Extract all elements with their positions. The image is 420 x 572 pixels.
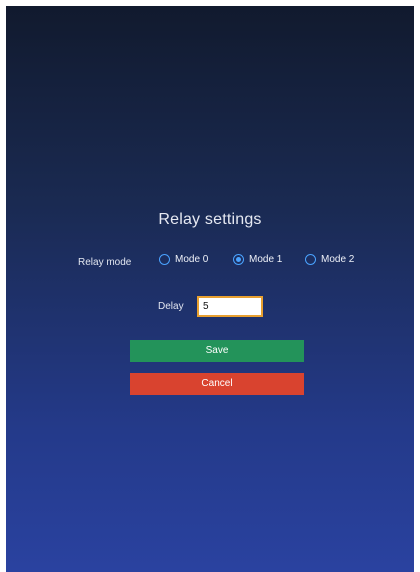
save-button[interactable]: Save (130, 340, 304, 362)
radio-unchecked-icon (159, 254, 170, 265)
radio-mode-2-label: Mode 2 (321, 254, 355, 265)
relay-mode-label: Relay mode (78, 257, 132, 268)
radio-mode-1[interactable]: Mode 1 (233, 254, 282, 265)
radio-unchecked-icon (305, 254, 316, 265)
radio-mode-2[interactable]: Mode 2 (305, 254, 354, 265)
radio-mode-1-label: Mode 1 (249, 254, 283, 265)
radio-mode-0[interactable]: Mode 0 (159, 254, 208, 265)
radio-dot (236, 257, 241, 262)
delay-label: Delay (158, 301, 184, 312)
delay-input[interactable] (197, 296, 263, 317)
relay-settings-screen: Relay settings Relay mode Mode 0 Mode 1 … (6, 6, 414, 572)
radio-mode-0-label: Mode 0 (175, 254, 209, 265)
page-title: Relay settings (158, 211, 262, 228)
radio-checked-icon (233, 254, 244, 265)
cancel-button[interactable]: Cancel (130, 373, 304, 395)
